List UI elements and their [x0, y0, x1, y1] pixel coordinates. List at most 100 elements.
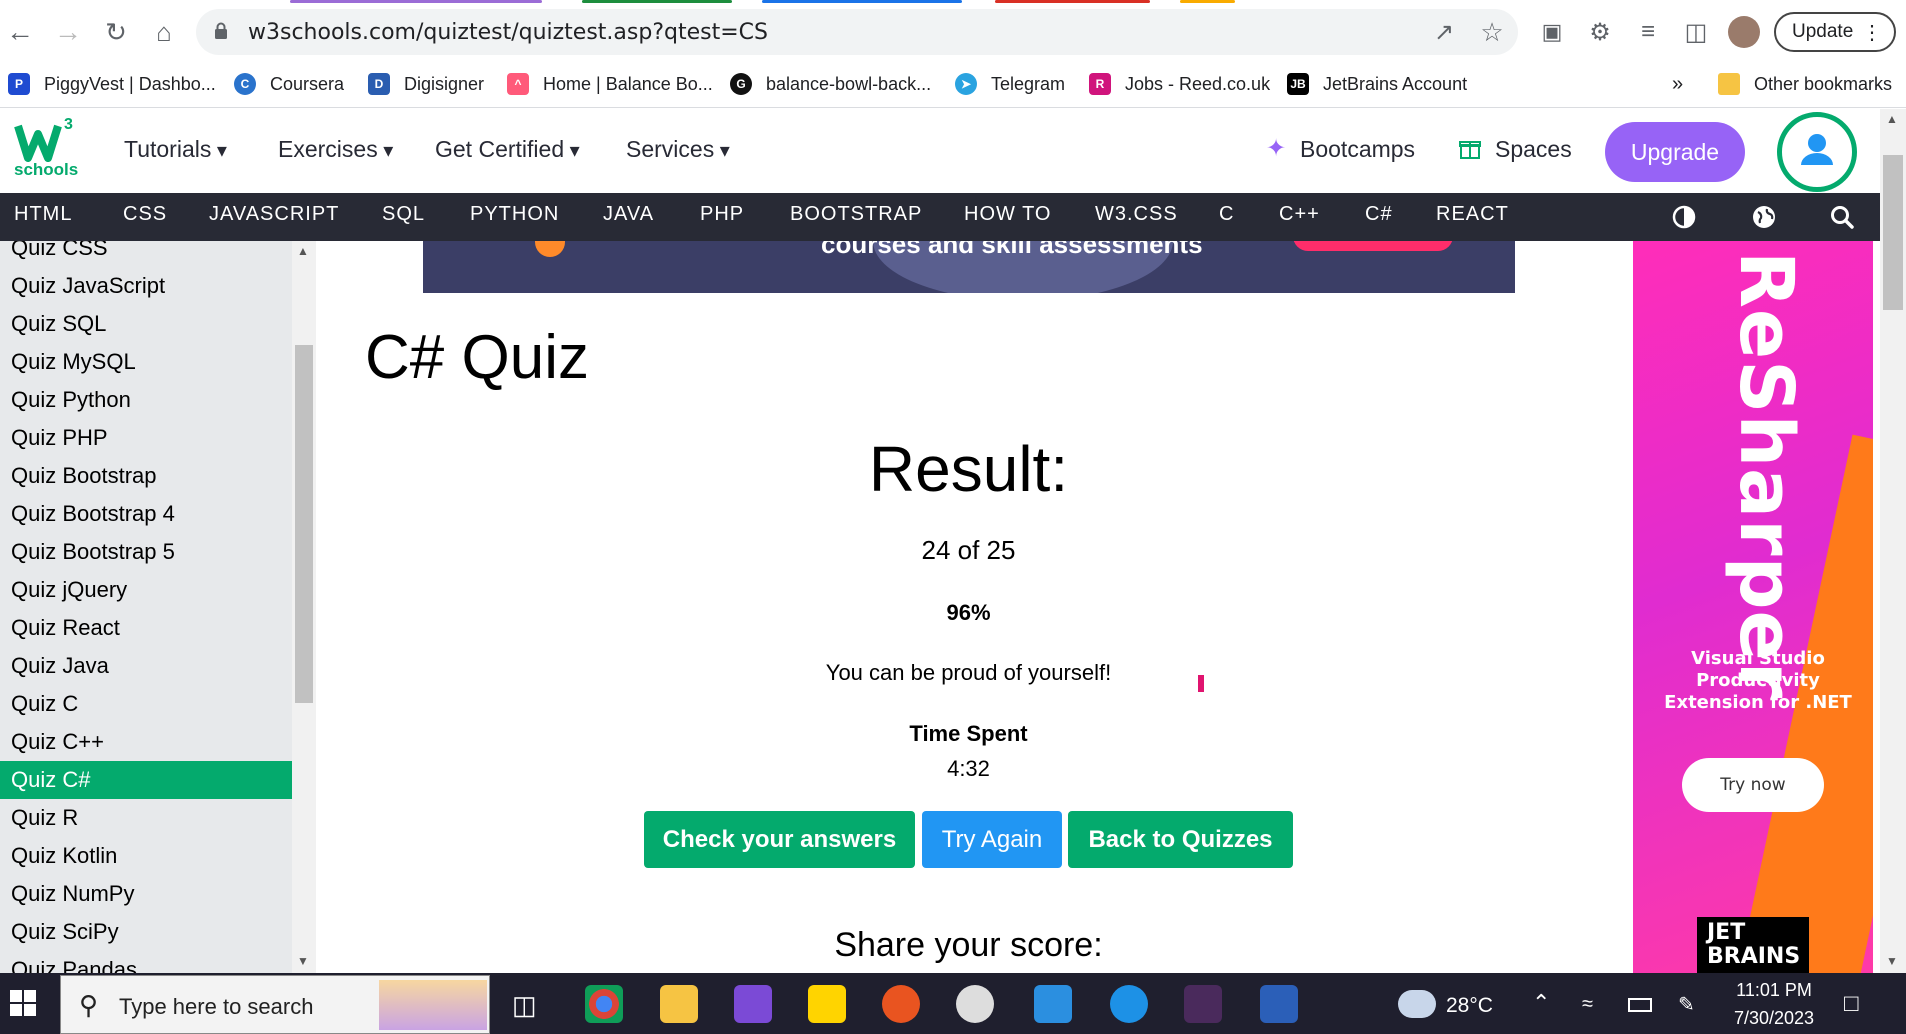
docker-icon[interactable] — [1110, 985, 1148, 1023]
wifi-icon[interactable]: ≈ — [1582, 993, 1593, 1016]
sidebar-item-mysql[interactable]: Quiz MySQL — [0, 343, 292, 381]
sidebar-item-r[interactable]: Quiz R — [0, 799, 292, 837]
bookmark-github[interactable]: Gbalance-bowl-back... — [730, 66, 931, 102]
topic-python[interactable]: PYTHON — [470, 203, 559, 226]
topic-javascript[interactable]: JAVASCRIPT — [209, 203, 339, 226]
share-icon[interactable]: ↗ — [1426, 14, 1462, 50]
topic-w3css[interactable]: W3.CSS — [1095, 203, 1178, 226]
visual-studio-icon[interactable] — [734, 985, 772, 1023]
scroll-up-icon[interactable]: ▲ — [297, 244, 309, 258]
sticky-notes-icon[interactable] — [808, 985, 846, 1023]
sidebar-item-javascript[interactable]: Quiz JavaScript — [0, 267, 292, 305]
digisigner-icon: D — [368, 73, 390, 95]
extensions-icon[interactable]: ⚙ — [1582, 14, 1618, 50]
bookmark-telegram[interactable]: ➤ Telegram — [955, 66, 1065, 102]
url-text[interactable]: w3schools.com/quiztest/quiztest.asp?qtes… — [248, 20, 768, 45]
media-icon[interactable]: ≡ — [1630, 14, 1666, 50]
bookmark-label: Coursera — [270, 73, 345, 94]
ad-try-now-button[interactable]: Try now — [1682, 758, 1824, 812]
page-scroll-up-icon[interactable]: ▲ — [1886, 112, 1898, 126]
bookmark-reed[interactable]: R Jobs - Reed.co.uk — [1089, 66, 1270, 102]
back-to-quizzes-button[interactable]: Back to Quizzes — [1068, 811, 1293, 868]
jetbrains-logo-line2: BRAINS — [1707, 944, 1801, 969]
clock-time[interactable]: 11:01 PM — [1724, 980, 1824, 1001]
spaces-link[interactable]: Spaces — [1495, 136, 1572, 163]
ad-description: Visual Studio Productivity Extension for… — [1664, 648, 1852, 713]
search-icon[interactable] — [1829, 204, 1855, 230]
taskbar-search[interactable]: ⚲ Type here to search — [60, 975, 490, 1034]
star-icon[interactable]: ☆ — [1474, 14, 1510, 50]
chrome-icon[interactable] — [585, 985, 623, 1023]
topic-html[interactable]: HTML — [14, 203, 72, 226]
vscode-icon[interactable] — [1034, 985, 1072, 1023]
taskbar-search-placeholder: Type here to search — [119, 994, 314, 1019]
terminal-icon[interactable] — [1184, 985, 1222, 1023]
bookmark-jetbrains[interactable]: JB JetBrains Account — [1287, 66, 1467, 102]
bookmark-piggyvest[interactable]: P PiggyVest | Dashbo... — [8, 66, 216, 102]
topic-c[interactable]: C — [1219, 203, 1234, 226]
page-scroll-down-icon[interactable]: ▼ — [1886, 954, 1898, 968]
back-icon[interactable]: ← — [2, 14, 38, 50]
notifications-icon[interactable]: □ — [1844, 990, 1859, 1018]
more-bookmarks-button[interactable]: » — [1672, 66, 1683, 102]
topic-react[interactable]: REACT — [1436, 203, 1509, 226]
topic-howto[interactable]: HOW TO — [964, 203, 1051, 226]
check-answers-button[interactable]: Check your answers — [644, 811, 915, 868]
nav-services[interactable]: Services — [626, 136, 730, 163]
bookmark-coursera[interactable]: C Coursera — [234, 66, 344, 102]
reload-icon[interactable]: ↻ — [98, 14, 134, 50]
clock-app-icon[interactable] — [956, 985, 994, 1023]
topic-java[interactable]: JAVA — [603, 203, 654, 226]
user-profile-button[interactable] — [1777, 112, 1857, 192]
battery-icon[interactable] — [1628, 998, 1652, 1012]
sidepanel-icon[interactable]: ◫ — [1678, 14, 1714, 50]
sidebar-item-c[interactable]: Quiz C — [0, 685, 292, 723]
contrast-icon[interactable] — [1671, 204, 1697, 230]
other-bookmarks[interactable]: Other bookmarks — [1718, 66, 1892, 102]
topic-php[interactable]: PHP — [700, 203, 744, 226]
nav-tutorials[interactable]: Tutorials — [124, 136, 227, 163]
bookmark-balance-bowl[interactable]: ^ Home | Balance Bo... — [507, 66, 713, 102]
windows-start-icon[interactable] — [10, 990, 36, 1016]
sidebar-item-numpy[interactable]: Quiz NumPy — [0, 875, 292, 913]
other-bookmarks-label: Other bookmarks — [1754, 73, 1893, 94]
nav-exercises[interactable]: Exercises — [278, 136, 393, 163]
bookmark-digisigner[interactable]: D Digisigner — [368, 66, 484, 102]
weather-icon[interactable] — [1398, 990, 1436, 1018]
cast-icon[interactable]: ▣ — [1534, 14, 1570, 50]
page-scroll-thumb[interactable] — [1883, 155, 1903, 310]
topic-csharp[interactable]: C# — [1365, 203, 1393, 226]
jetbrains-icon: JB — [1287, 73, 1309, 95]
home-icon[interactable]: ⌂ — [146, 14, 182, 50]
sidebar-item-python[interactable]: Quiz Python — [0, 381, 292, 419]
topic-sql[interactable]: SQL — [382, 203, 425, 226]
sidebar-item-sql[interactable]: Quiz SQL — [0, 305, 292, 343]
gift-icon — [1458, 136, 1482, 160]
forward-icon[interactable]: → — [50, 14, 86, 50]
pen-icon[interactable]: ✎ — [1678, 992, 1695, 1017]
sidebar-item-kotlin[interactable]: Quiz Kotlin — [0, 837, 292, 875]
word-icon[interactable] — [1260, 985, 1298, 1023]
clock-date[interactable]: 7/30/2023 — [1724, 1008, 1824, 1029]
nav-get-certified[interactable]: Get Certified — [435, 136, 580, 163]
sidebar-item-css[interactable]: Quiz CSS — [0, 241, 292, 267]
temperature[interactable]: 28°C — [1446, 994, 1493, 1018]
topic-cpp[interactable]: C++ — [1279, 203, 1320, 226]
bootcamps-link[interactable]: Bootcamps — [1300, 136, 1415, 163]
task-view-icon[interactable]: ◫ — [512, 990, 537, 1021]
globe-icon[interactable] — [1751, 204, 1777, 230]
promo-banner[interactable]: courses and skill assessments — [423, 241, 1515, 293]
avatar[interactable] — [1728, 16, 1760, 48]
menu-dots-icon: ⋮ — [1862, 22, 1882, 44]
upgrade-button[interactable]: Upgrade — [1605, 122, 1745, 182]
file-explorer-icon[interactable] — [660, 985, 698, 1023]
sidebar-scroll-thumb[interactable] — [295, 345, 313, 703]
topic-bootstrap[interactable]: BOOTSTRAP — [790, 203, 922, 226]
ubuntu-icon[interactable] — [882, 985, 920, 1023]
update-button[interactable]: Update ⋮ — [1774, 12, 1896, 52]
try-again-button[interactable]: Try Again — [922, 811, 1062, 868]
bookmark-label: balance-bowl-back... — [766, 73, 932, 94]
tray-chevron-icon[interactable]: ⌃ — [1532, 990, 1550, 1016]
reed-icon: R — [1089, 73, 1111, 95]
topic-css[interactable]: CSS — [123, 203, 167, 226]
